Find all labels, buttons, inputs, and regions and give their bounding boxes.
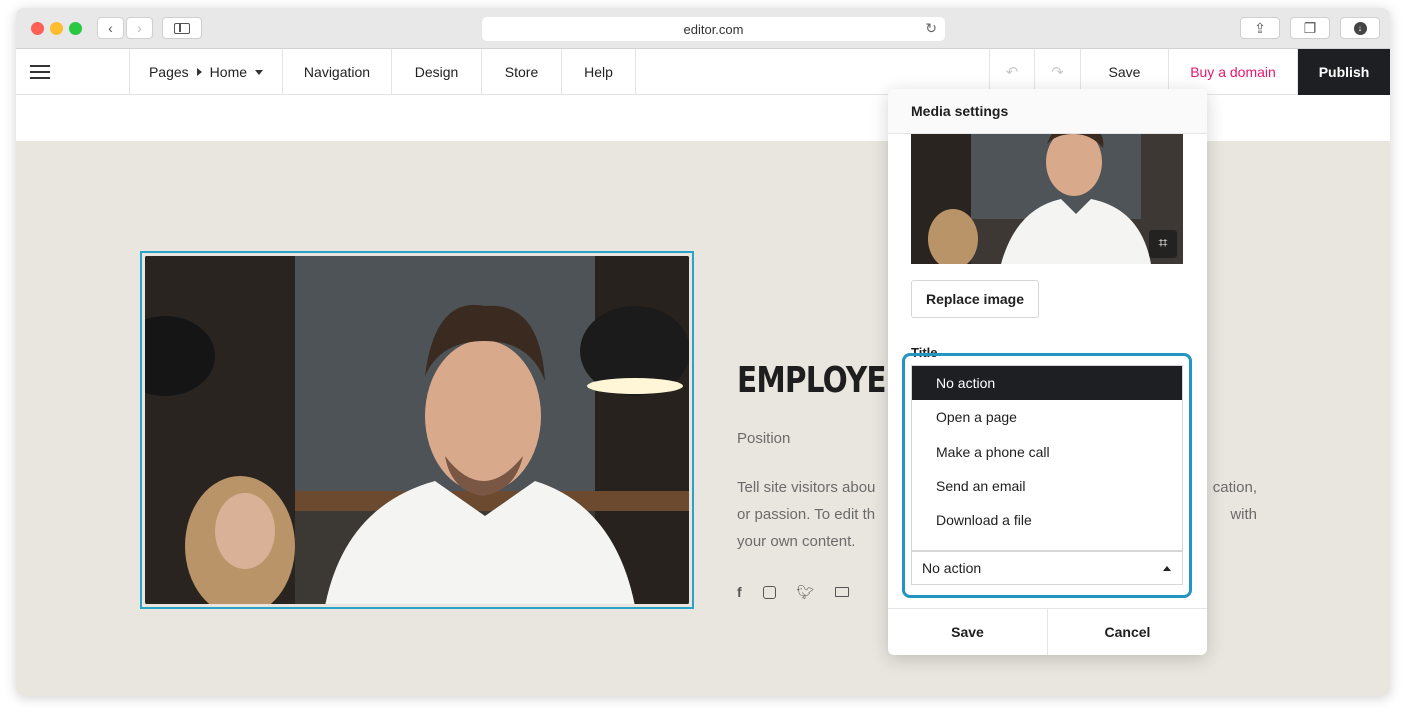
reload-icon[interactable]: ↻ (925, 20, 937, 37)
panel-cancel-button[interactable]: Cancel (1047, 609, 1207, 655)
undo-icon: ↶ (1005, 64, 1019, 81)
employee-title[interactable]: EMPLOYEE (737, 360, 906, 401)
browser-titlebar: ‹ › editor.com ↻ ⇪ ❐ ↓ (16, 8, 1390, 49)
sidebar-icon (174, 22, 190, 34)
redo-icon: ↷ (1051, 64, 1064, 81)
media-thumbnail: ⌗ (911, 134, 1183, 264)
hamburger-icon (30, 65, 50, 79)
crop-icon: ⌗ (1158, 235, 1168, 252)
replace-image-button[interactable]: Replace image (911, 280, 1039, 318)
buy-domain-label: Buy a domain (1190, 64, 1276, 80)
action-select[interactable]: No action (911, 551, 1183, 585)
action-options-list: No action Open a page Make a phone call … (911, 365, 1183, 551)
home-label: Home (209, 64, 248, 80)
downloads-button[interactable]: ↓ (1340, 17, 1380, 39)
instagram-icon[interactable] (762, 586, 776, 599)
employee-position[interactable]: Position (737, 430, 790, 447)
panel-save-button[interactable]: Save (888, 609, 1047, 655)
navigation-menu-item[interactable]: Navigation (283, 49, 392, 95)
share-icon: ⇪ (1254, 19, 1266, 36)
option-download-file[interactable]: Download a file (912, 503, 1182, 537)
chevron-left-icon: ‹ (108, 20, 113, 36)
option-open-page[interactable]: Open a page (912, 400, 1182, 434)
option-no-action[interactable]: No action (912, 366, 1182, 401)
save-label: Save (1108, 64, 1141, 80)
social-links: f 🐦︎ (737, 584, 850, 601)
store-label: Store (504, 64, 539, 80)
caret-up-icon (1163, 566, 1171, 571)
chevron-right-icon: › (137, 20, 142, 36)
twitter-icon[interactable]: 🐦︎ (797, 584, 815, 601)
bio-line-1-end: cation, (1212, 479, 1257, 496)
pages-label: Pages (148, 64, 189, 80)
caret-right-icon (196, 68, 202, 76)
mail-icon[interactable] (835, 587, 850, 597)
bio-line-2: or passion. To edit th (737, 506, 876, 523)
url-text: editor.com (683, 21, 744, 37)
panel-title: Media settings (888, 89, 1207, 134)
bio-line-3: your own content. (737, 533, 856, 550)
back-button[interactable]: ‹ (97, 17, 124, 39)
employee-photo (145, 256, 689, 604)
bio-line-2-end: with (1230, 506, 1257, 523)
publish-label: Publish (1318, 64, 1370, 80)
help-menu-item[interactable]: Help (562, 49, 636, 95)
pages-breadcrumb[interactable]: Pages Home (130, 49, 283, 95)
menu-button[interactable] (16, 49, 130, 95)
facebook-icon[interactable]: f (737, 584, 742, 601)
forward-button[interactable]: › (126, 17, 153, 39)
minimize-window-button[interactable] (50, 22, 63, 35)
close-window-button[interactable] (31, 22, 44, 35)
tabs-button[interactable]: ❐ (1290, 17, 1330, 39)
employee-image-selected[interactable] (140, 251, 694, 609)
caret-down-icon (255, 69, 264, 75)
select-value: No action (922, 560, 982, 576)
publish-button[interactable]: Publish (1298, 49, 1390, 95)
option-phone-call[interactable]: Make a phone call (912, 435, 1182, 469)
option-scroll-block[interactable]: Scroll to a block (912, 537, 1182, 550)
design-menu-item[interactable]: Design (392, 49, 482, 95)
tabs-icon: ❐ (1303, 19, 1317, 36)
help-label: Help (584, 64, 613, 80)
store-menu-item[interactable]: Store (482, 49, 562, 95)
browser-window: ‹ › editor.com ↻ ⇪ ❐ ↓ Pages Home Naviga… (16, 8, 1390, 696)
maximize-window-button[interactable] (69, 22, 82, 35)
download-icon: ↓ (1353, 21, 1367, 35)
sidebar-toggle-button[interactable] (162, 17, 202, 39)
navigation-label: Navigation (303, 64, 371, 80)
employee-photo-art (145, 256, 689, 604)
media-thumbnail-art (911, 134, 1183, 264)
share-button[interactable]: ⇪ (1240, 17, 1280, 39)
option-send-email[interactable]: Send an email (912, 469, 1182, 503)
media-settings-panel: Media settings ⌗ Replace image Title No … (888, 89, 1207, 655)
address-bar[interactable]: editor.com ↻ (482, 17, 945, 41)
design-label: Design (414, 64, 459, 80)
crop-button[interactable]: ⌗ (1149, 230, 1177, 258)
bio-line-1: Tell site visitors abou (737, 479, 876, 496)
panel-footer: Save Cancel (888, 608, 1207, 655)
